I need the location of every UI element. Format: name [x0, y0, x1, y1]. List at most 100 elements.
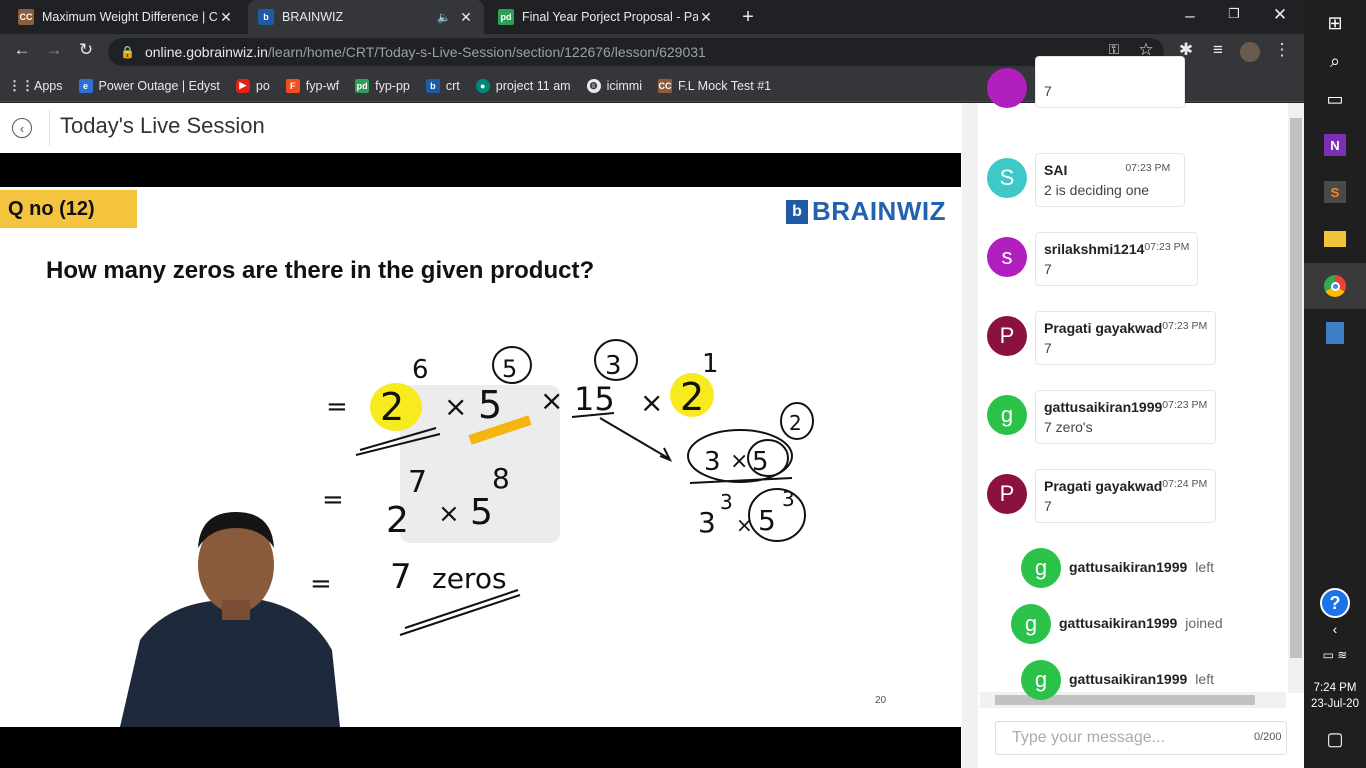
hw-15: 15	[574, 380, 615, 418]
bookmark-fl-mock-test[interactable]: CC F.L Mock Test #1	[658, 78, 771, 93]
chat-message: gattusaikiran1999 07:23 PM 7 zero's	[1035, 390, 1217, 444]
bookmark-icimmi[interactable]: ◍ icimmi	[586, 78, 642, 93]
hw-side-times: ×	[730, 449, 748, 474]
chat-message: Pragati gayakwad 07:23 PM 7	[1035, 311, 1217, 365]
bookmark-apps[interactable]: ⋮⋮ Apps	[8, 77, 63, 93]
page-title: Today's Live Session	[60, 113, 265, 138]
new-tab-button[interactable]: +	[736, 6, 760, 29]
message-text: 7 zero's	[1044, 419, 1093, 435]
hw-side-5b: 5	[758, 504, 776, 537]
profile-avatar[interactable]	[1240, 42, 1260, 62]
bookmark-crt[interactable]: b crt	[425, 78, 460, 93]
media-queue-icon[interactable]: ≡	[1206, 40, 1230, 60]
edyst-icon: e	[78, 78, 93, 93]
chat-event: gattusaikiran1999 left	[1069, 671, 1214, 687]
message-author: gattusaikiran1999	[1044, 399, 1163, 415]
event-action: joined	[1185, 615, 1223, 631]
chat-scroll-thumb[interactable]	[1290, 118, 1302, 658]
message-author: srilakshmi1214	[1044, 241, 1145, 257]
battery-wifi-icon[interactable]: ▭ ≋	[1304, 632, 1366, 678]
message-input[interactable]: Type your message...	[995, 721, 1287, 755]
chat-message: SAI 07:23 PM 2 is deciding one	[1035, 153, 1185, 207]
reload-button[interactable]: ↻	[74, 40, 98, 60]
event-user: gattusaikiran1999	[1069, 559, 1188, 575]
close-icon[interactable]: ✕	[458, 9, 474, 26]
back-circle-icon[interactable]: ‹	[12, 118, 32, 138]
message-text: 7	[1044, 498, 1052, 514]
message-time: 07:23 PM	[1125, 162, 1171, 174]
tab-maximum-weight-difference[interactable]: CC Maximum Weight Difference | Co ✕	[8, 0, 244, 34]
chrome-icon[interactable]	[1304, 263, 1366, 309]
message-author: Pragati gayakwad	[1044, 320, 1163, 336]
file-explorer-icon[interactable]	[1304, 216, 1366, 262]
hw-equals-2: =	[322, 485, 344, 515]
bookmark-edyst[interactable]: e Power Outage | Edyst	[78, 78, 220, 93]
bookmark-po[interactable]: ▶ po	[235, 78, 270, 93]
message-author: SAI	[1044, 162, 1068, 178]
chat-message: 7	[1035, 56, 1185, 108]
underline-zeros	[399, 589, 521, 636]
hw-exp-5: 5	[502, 355, 517, 383]
tab-brainwiz[interactable]: b BRAINWIZ 🔈 ✕	[248, 0, 484, 34]
brand-name: BRAINWIZ	[812, 196, 946, 226]
hw-2b: 2	[680, 375, 704, 419]
char-counter: 0/200	[1254, 731, 1282, 743]
speaker-icon[interactable]: 🔈	[436, 11, 452, 24]
chat-message: srilakshmi1214 07:23 PM 7	[1035, 232, 1199, 286]
close-icon[interactable]: ✕	[698, 9, 714, 26]
bookmark-project-11am[interactable]: ● project 11 am	[475, 78, 571, 93]
clock-time: 7:24 PM	[1313, 682, 1357, 694]
message-text: 7	[1044, 340, 1052, 356]
event-user: gattusaikiran1999	[1069, 671, 1188, 687]
clock-date: 23-Jul-20	[1311, 698, 1359, 710]
slide-page-number: 20	[875, 695, 887, 706]
avatar: P	[987, 316, 1027, 356]
sublime-text-icon[interactable]: S	[1304, 169, 1366, 215]
chat-message: Pragati gayakwad 07:24 PM 7	[1035, 469, 1217, 523]
address-bar[interactable]: 🔒 online.gobrainwiz.in/learn/home/CRT/To…	[108, 38, 1164, 66]
figma-icon: F	[285, 78, 300, 93]
message-time: 07:23 PM	[1162, 320, 1208, 332]
bookmark-fyp-pp[interactable]: pd fyp-pp	[355, 78, 410, 93]
tab-final-year-proposal[interactable]: pd Final Year Porject Proposal - Pand ✕	[488, 0, 724, 34]
hw-7: 7	[390, 557, 412, 597]
hw-side-exp-3: 3	[720, 490, 733, 514]
menu-icon[interactable]: ⋮	[1270, 40, 1294, 60]
hw-exp-1: 1	[702, 349, 719, 379]
restore-button[interactable]: ❐	[1222, 6, 1246, 22]
hw-side-5: 5	[752, 447, 769, 477]
calculator-icon[interactable]	[1304, 310, 1366, 356]
forward-button[interactable]: →	[42, 40, 66, 60]
avatar: g	[1011, 604, 1051, 644]
hw-side-times-b: ×	[736, 513, 753, 537]
avatar: s	[987, 237, 1027, 277]
hw-exp-8: 8	[492, 462, 510, 495]
hw-5: 5	[478, 383, 502, 427]
page-scrollbar[interactable]	[962, 103, 978, 768]
close-window-button[interactable]: ✕	[1268, 5, 1292, 25]
avatar: g	[987, 395, 1027, 435]
task-view-icon[interactable]: ▭	[1304, 76, 1366, 122]
brainwiz-icon: b	[425, 78, 440, 93]
taskbar-clock[interactable]: 7:24 PM 23-Jul-20	[1304, 680, 1366, 712]
minimize-button[interactable]: –	[1178, 6, 1202, 26]
message-time: 07:23 PM	[1144, 241, 1190, 253]
cc-icon: CC	[18, 9, 34, 25]
header-divider	[49, 110, 50, 146]
notification-icon[interactable]: ▢	[1304, 716, 1366, 762]
hw-exp-3: 3	[605, 351, 622, 381]
hw-side-exp-2: 2	[789, 411, 802, 435]
question-number: Q no (12)	[0, 190, 137, 228]
lock-icon: 🔒	[120, 45, 135, 59]
apps-grid-icon: ⋮⋮	[8, 77, 34, 93]
pd-icon: pd	[355, 78, 370, 93]
hw-5-line2: 5	[470, 492, 493, 533]
arrow-line	[599, 417, 669, 459]
bookmark-fyp-wf[interactable]: Ffyp-wf	[285, 78, 339, 93]
onenote-icon[interactable]: N	[1304, 122, 1366, 168]
hw-times-2: ×	[540, 384, 563, 417]
hw-zeros: zeros	[432, 562, 507, 595]
back-button[interactable]: ←	[10, 40, 34, 60]
close-icon[interactable]: ✕	[218, 9, 234, 26]
hw-side-exp-3b: 3	[782, 487, 795, 511]
